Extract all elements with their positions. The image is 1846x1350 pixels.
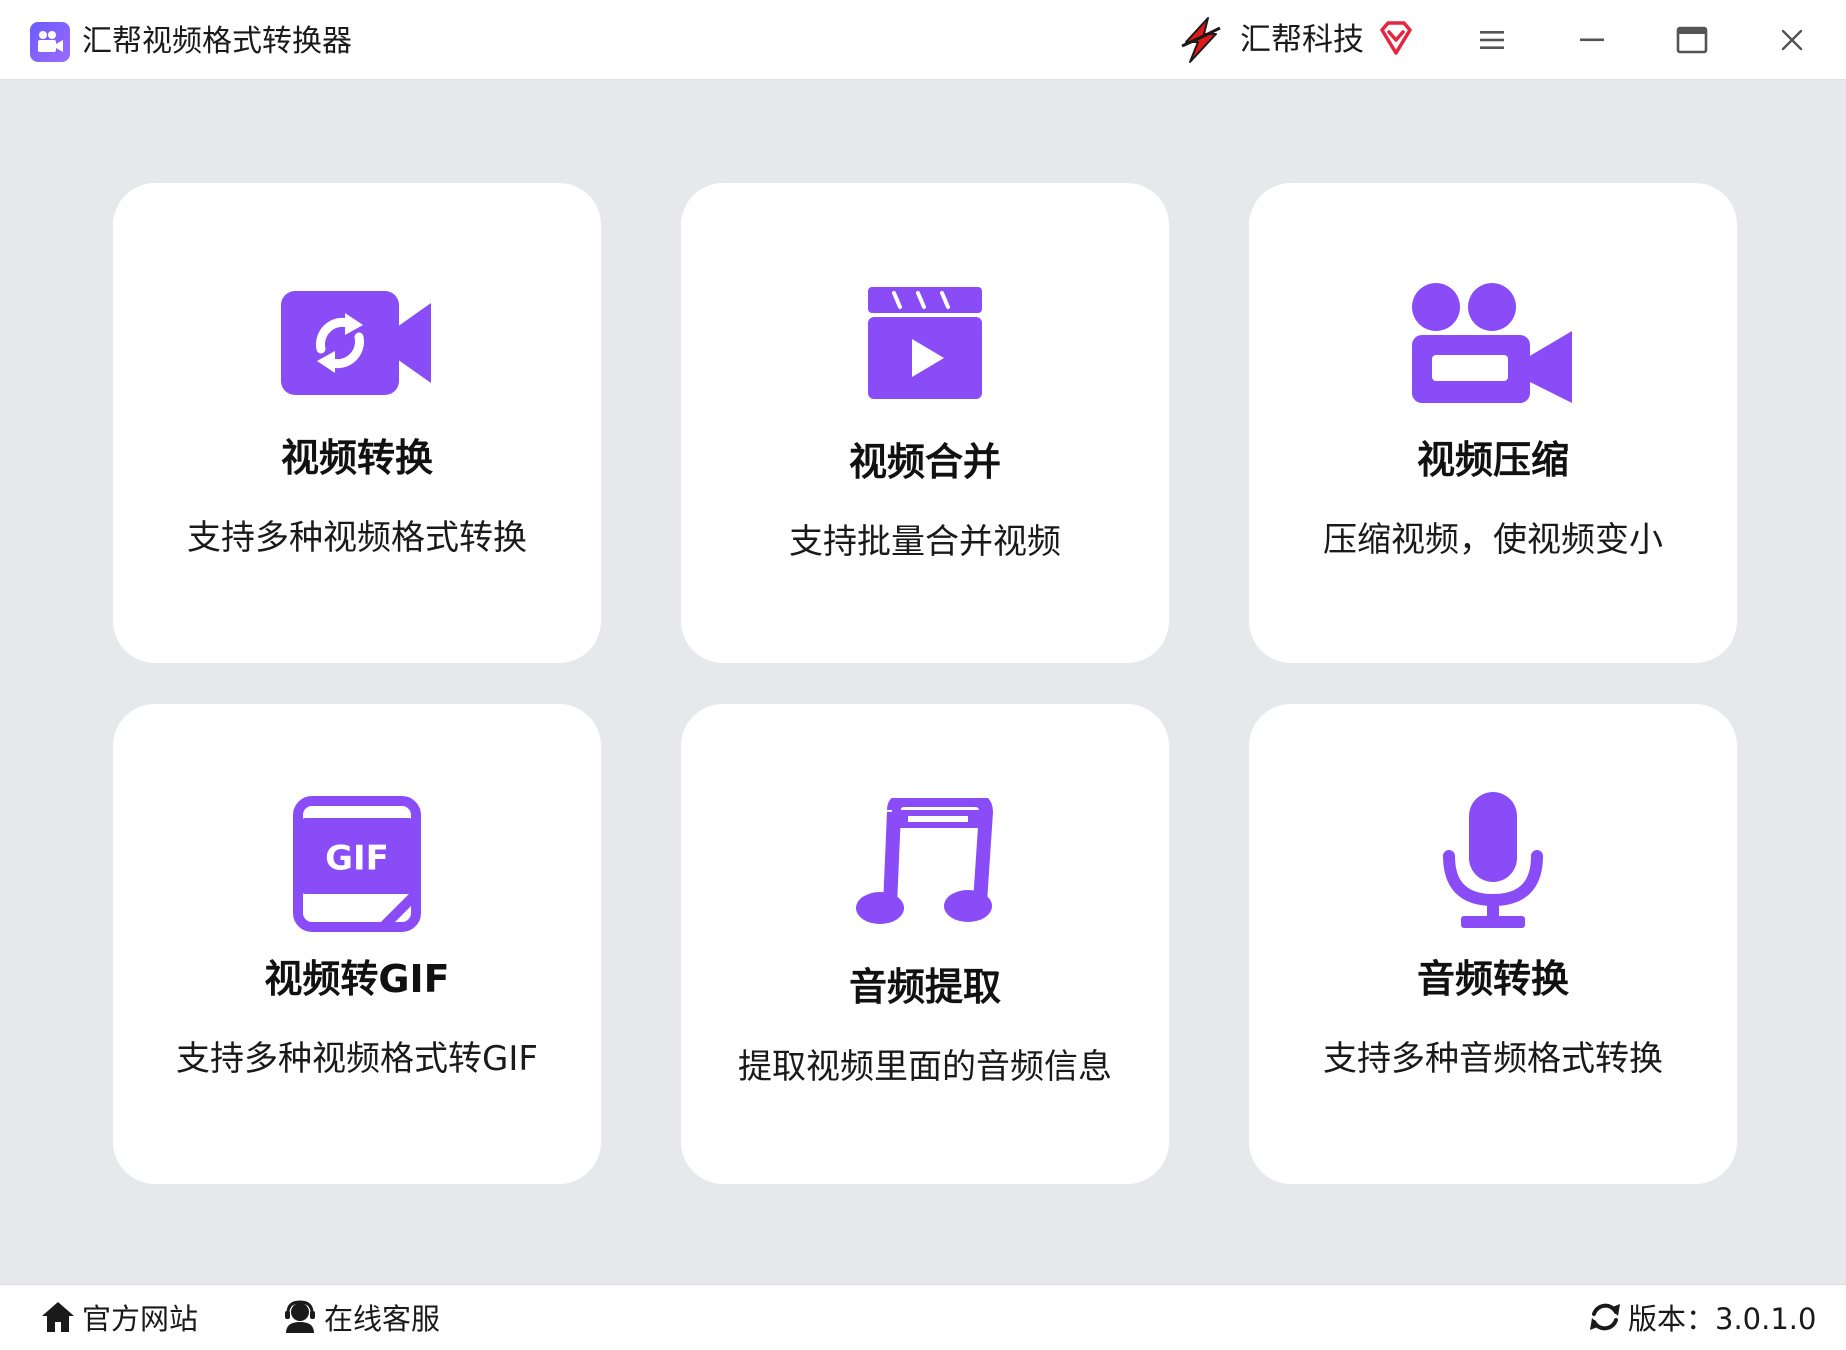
card-description: 支持批量合并视频 <box>789 522 1061 562</box>
official-website-label: 官方网站 <box>82 1302 199 1336</box>
card-title: 视频压缩 <box>1416 438 1569 482</box>
card-description: 支持多种音频格式转换 <box>1323 1039 1663 1079</box>
music-note-icon <box>856 798 993 924</box>
online-service-label: 在线客服 <box>324 1302 441 1336</box>
card-description: 支持多种视频格式转GIF <box>176 1039 538 1079</box>
refresh-icon <box>1590 1303 1620 1331</box>
feature-card-video-merge[interactable]: 视频合并 支持批量合并视频 <box>681 183 1169 663</box>
card-title: 音频提取 <box>848 965 1001 1009</box>
maximize-button[interactable] <box>1670 18 1714 62</box>
microphone-icon <box>1443 792 1543 928</box>
home-icon <box>42 1302 74 1332</box>
version-info[interactable]: 版本：3.0.1.0 <box>1588 1295 1816 1339</box>
feature-card-audio-convert[interactable]: 音频转换 支持多种音频格式转换 <box>1249 704 1737 1184</box>
close-button[interactable] <box>1770 18 1814 62</box>
feature-card-audio-extract[interactable]: 音频提取 提取视频里面的音频信息 <box>681 704 1169 1184</box>
card-description: 提取视频里面的音频信息 <box>738 1047 1112 1087</box>
close-icon <box>1781 29 1803 51</box>
card-title: 视频转GIF <box>264 957 450 1001</box>
official-website-link[interactable]: 官方网站 <box>40 1295 198 1339</box>
maximize-icon <box>1676 26 1708 54</box>
huibang-logo-icon <box>1181 17 1221 63</box>
video-convert-icon <box>281 291 431 395</box>
menu-button[interactable] <box>1470 18 1514 62</box>
video-camera-icon <box>30 22 70 62</box>
minimize-button[interactable] <box>1570 18 1614 62</box>
vip-diamond-icon[interactable] <box>1378 20 1414 56</box>
clapperboard-play-icon <box>868 287 982 399</box>
card-description: 支持多种视频格式转换 <box>187 518 527 558</box>
online-service-link[interactable]: 在线客服 <box>282 1295 440 1339</box>
hamburger-menu-icon <box>1480 31 1504 49</box>
feature-card-video-to-gif[interactable]: GIF 视频转GIF 支持多种视频格式转GIF <box>113 704 601 1184</box>
status-bar: 官方网站 在线客服 版本：3.0.1.0 <box>0 1284 1846 1350</box>
app-title: 汇帮视频格式转换器 <box>82 24 352 59</box>
feature-card-video-convert[interactable]: 视频转换 支持多种视频格式转换 <box>113 183 601 663</box>
svg-text:GIF: GIF <box>325 839 389 879</box>
brand-name: 汇帮科技 <box>1240 22 1364 58</box>
card-title: 音频转换 <box>1416 957 1569 1001</box>
minimize-icon <box>1580 38 1604 42</box>
feature-card-video-compress[interactable]: 视频压缩 压缩视频，使视频变小 <box>1249 183 1737 663</box>
card-title: 视频合并 <box>848 440 1001 484</box>
headset-user-icon <box>285 1300 315 1333</box>
card-description: 压缩视频，使视频变小 <box>1323 520 1663 560</box>
card-title: 视频转换 <box>280 436 433 480</box>
gif-file-icon: GIF <box>293 796 421 932</box>
movie-camera-icon <box>1412 283 1572 403</box>
title-bar: 汇帮视频格式转换器 汇帮科技 <box>0 0 1846 80</box>
version-label: 版本：3.0.1.0 <box>1628 1302 1817 1336</box>
